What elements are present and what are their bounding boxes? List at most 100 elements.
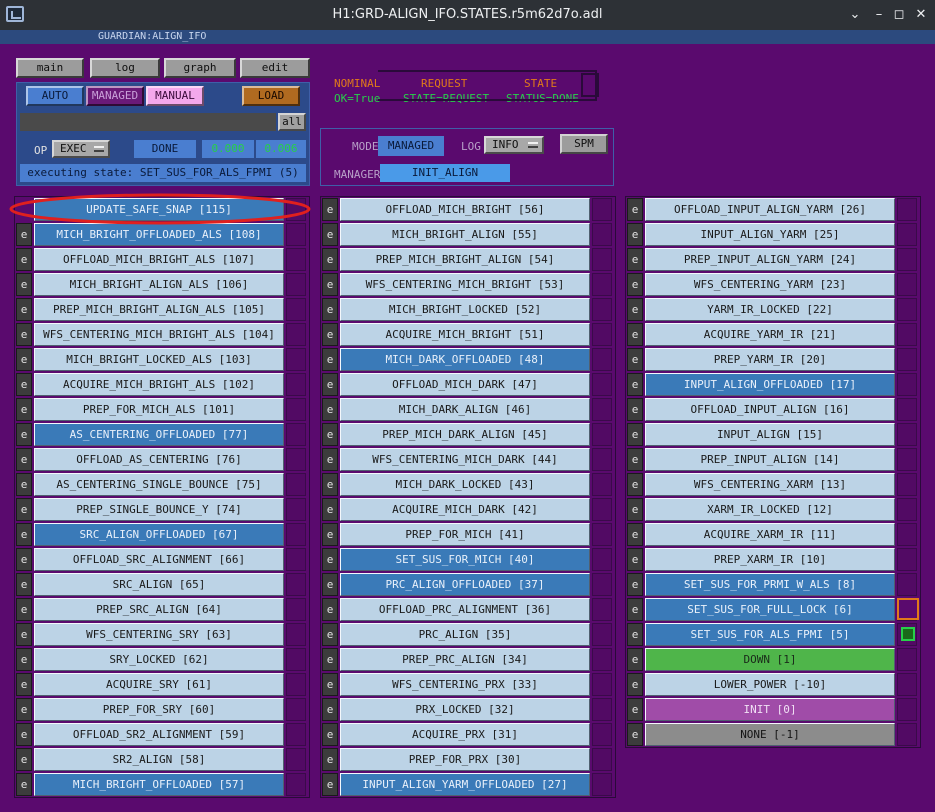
edit-state-button[interactable]: e: [322, 598, 338, 621]
close-icon[interactable]: ✕: [912, 6, 930, 24]
state-button[interactable]: SET_SUS_FOR_PRMI_W_ALS [8]: [645, 573, 895, 596]
state-button[interactable]: SRY_LOCKED [62]: [34, 648, 284, 671]
state-button[interactable]: ACQUIRE_MICH_BRIGHT_ALS [102]: [34, 373, 284, 396]
load-button[interactable]: LOAD: [242, 86, 300, 106]
edit-state-button[interactable]: e: [322, 623, 338, 646]
state-button[interactable]: MICH_BRIGHT_ALIGN_ALS [106]: [34, 273, 284, 296]
edit-state-button[interactable]: e: [16, 423, 32, 446]
edit-state-button[interactable]: e: [16, 373, 32, 396]
chevron-down-icon[interactable]: ⌄: [846, 6, 864, 24]
state-button[interactable]: ACQUIRE_PRX [31]: [340, 723, 590, 746]
state-button[interactable]: PREP_PRC_ALIGN [34]: [340, 648, 590, 671]
state-button[interactable]: PREP_INPUT_ALIGN_YARM [24]: [645, 248, 895, 271]
state-button[interactable]: PREP_SRC_ALIGN [64]: [34, 598, 284, 621]
state-button[interactable]: PREP_FOR_MICH_ALS [101]: [34, 398, 284, 421]
edit-state-button[interactable]: e: [627, 473, 643, 496]
state-button[interactable]: MICH_BRIGHT_ALIGN [55]: [340, 223, 590, 246]
state-button[interactable]: WFS_CENTERING_XARM [13]: [645, 473, 895, 496]
state-button[interactable]: SR2_ALIGN [58]: [34, 748, 284, 771]
state-button[interactable]: PREP_FOR_SRY [60]: [34, 698, 284, 721]
edit-state-button[interactable]: e: [16, 473, 32, 496]
edit-state-button[interactable]: e: [627, 198, 643, 221]
state-button[interactable]: WFS_CENTERING_MICH_BRIGHT_ALS [104]: [34, 323, 284, 346]
edit-state-button[interactable]: e: [627, 348, 643, 371]
state-button[interactable]: MICH_BRIGHT_LOCKED_ALS [103]: [34, 348, 284, 371]
edit-state-button[interactable]: e: [627, 398, 643, 421]
auto-button[interactable]: AUTO: [26, 86, 84, 106]
edit-state-button[interactable]: e: [16, 648, 32, 671]
state-button[interactable]: WFS_CENTERING_MICH_BRIGHT [53]: [340, 273, 590, 296]
state-button[interactable]: PREP_YARM_IR [20]: [645, 348, 895, 371]
state-button[interactable]: INPUT_ALIGN_YARM [25]: [645, 223, 895, 246]
edit-state-button[interactable]: e: [16, 398, 32, 421]
state-button[interactable]: PREP_MICH_BRIGHT_ALIGN_ALS [105]: [34, 298, 284, 321]
state-button[interactable]: ACQUIRE_MICH_BRIGHT [51]: [340, 323, 590, 346]
edit-state-button[interactable]: e: [627, 648, 643, 671]
edit-state-button[interactable]: e: [16, 723, 32, 746]
state-button[interactable]: PREP_SINGLE_BOUNCE_Y [74]: [34, 498, 284, 521]
edit-state-button[interactable]: e: [322, 423, 338, 446]
state-button[interactable]: SET_SUS_FOR_FULL_LOCK [6]: [645, 598, 895, 621]
edit-state-button[interactable]: e: [627, 273, 643, 296]
state-button[interactable]: ACQUIRE_MICH_DARK [42]: [340, 498, 590, 521]
edit-state-button[interactable]: e: [627, 448, 643, 471]
edit-state-button[interactable]: e: [627, 248, 643, 271]
edit-state-button[interactable]: e: [627, 723, 643, 746]
state-button[interactable]: XARM_IR_LOCKED [12]: [645, 498, 895, 521]
edit-state-button[interactable]: e: [322, 323, 338, 346]
edit-state-button[interactable]: e: [322, 373, 338, 396]
state-button[interactable]: MICH_BRIGHT_LOCKED [52]: [340, 298, 590, 321]
edit-state-button[interactable]: e: [322, 273, 338, 296]
edit-state-button[interactable]: e: [322, 298, 338, 321]
state-button[interactable]: MICH_DARK_ALIGN [46]: [340, 398, 590, 421]
edit-state-button[interactable]: e: [627, 623, 643, 646]
edit-state-button[interactable]: e: [627, 523, 643, 546]
edit-state-button[interactable]: e: [322, 248, 338, 271]
state-button[interactable]: OFFLOAD_MICH_DARK [47]: [340, 373, 590, 396]
state-button[interactable]: OFFLOAD_INPUT_ALIGN [16]: [645, 398, 895, 421]
state-button[interactable]: OFFLOAD_MICH_BRIGHT [56]: [340, 198, 590, 221]
edit-state-button[interactable]: e: [627, 573, 643, 596]
state-button[interactable]: SRC_ALIGN_OFFLOADED [67]: [34, 523, 284, 546]
edit-state-button[interactable]: e: [627, 673, 643, 696]
edit-state-button[interactable]: e: [322, 348, 338, 371]
edit-state-button[interactable]: e: [16, 498, 32, 521]
edit-state-button[interactable]: e: [322, 723, 338, 746]
state-button[interactable]: PREP_XARM_IR [10]: [645, 548, 895, 571]
edit-state-button[interactable]: e: [16, 673, 32, 696]
edit-state-button[interactable]: e: [627, 548, 643, 571]
edit-state-button[interactable]: e: [16, 248, 32, 271]
state-button[interactable]: INPUT_ALIGN [15]: [645, 423, 895, 446]
state-button[interactable]: WFS_CENTERING_PRX [33]: [340, 673, 590, 696]
edit-state-button[interactable]: e: [16, 323, 32, 346]
state-button[interactable]: OFFLOAD_AS_CENTERING [76]: [34, 448, 284, 471]
tab-edit[interactable]: edit: [240, 58, 310, 78]
edit-state-button[interactable]: e: [16, 623, 32, 646]
state-button[interactable]: WFS_CENTERING_MICH_DARK [44]: [340, 448, 590, 471]
edit-state-button[interactable]: e: [322, 398, 338, 421]
edit-state-button[interactable]: e: [322, 748, 338, 771]
edit-state-button[interactable]: e: [16, 598, 32, 621]
edit-state-button[interactable]: e: [322, 498, 338, 521]
edit-state-button[interactable]: e: [16, 573, 32, 596]
state-button[interactable]: OFFLOAD_SR2_ALIGNMENT [59]: [34, 723, 284, 746]
all-button[interactable]: all: [278, 113, 306, 131]
edit-state-button[interactable]: e: [16, 298, 32, 321]
edit-state-button[interactable]: e: [16, 273, 32, 296]
state-button[interactable]: OFFLOAD_PRC_ALIGNMENT [36]: [340, 598, 590, 621]
state-button[interactable]: SET_SUS_FOR_ALS_FPMI [5]: [645, 623, 895, 646]
edit-state-button[interactable]: e: [322, 198, 338, 221]
op-select[interactable]: EXEC: [52, 140, 110, 158]
edit-state-button[interactable]: e: [627, 498, 643, 521]
edit-state-button[interactable]: e: [322, 223, 338, 246]
state-button[interactable]: PREP_MICH_DARK_ALIGN [45]: [340, 423, 590, 446]
log-select[interactable]: INFO: [484, 136, 544, 154]
state-button[interactable]: ACQUIRE_SRY [61]: [34, 673, 284, 696]
state-button[interactable]: PREP_FOR_PRX [30]: [340, 748, 590, 771]
state-button[interactable]: MICH_DARK_OFFLOADED [48]: [340, 348, 590, 371]
edit-state-button[interactable]: e: [322, 673, 338, 696]
edit-state-button[interactable]: e: [16, 773, 32, 796]
state-button[interactable]: AS_CENTERING_OFFLOADED [77]: [34, 423, 284, 446]
edit-state-button[interactable]: e: [16, 448, 32, 471]
state-button[interactable]: SRC_ALIGN [65]: [34, 573, 284, 596]
